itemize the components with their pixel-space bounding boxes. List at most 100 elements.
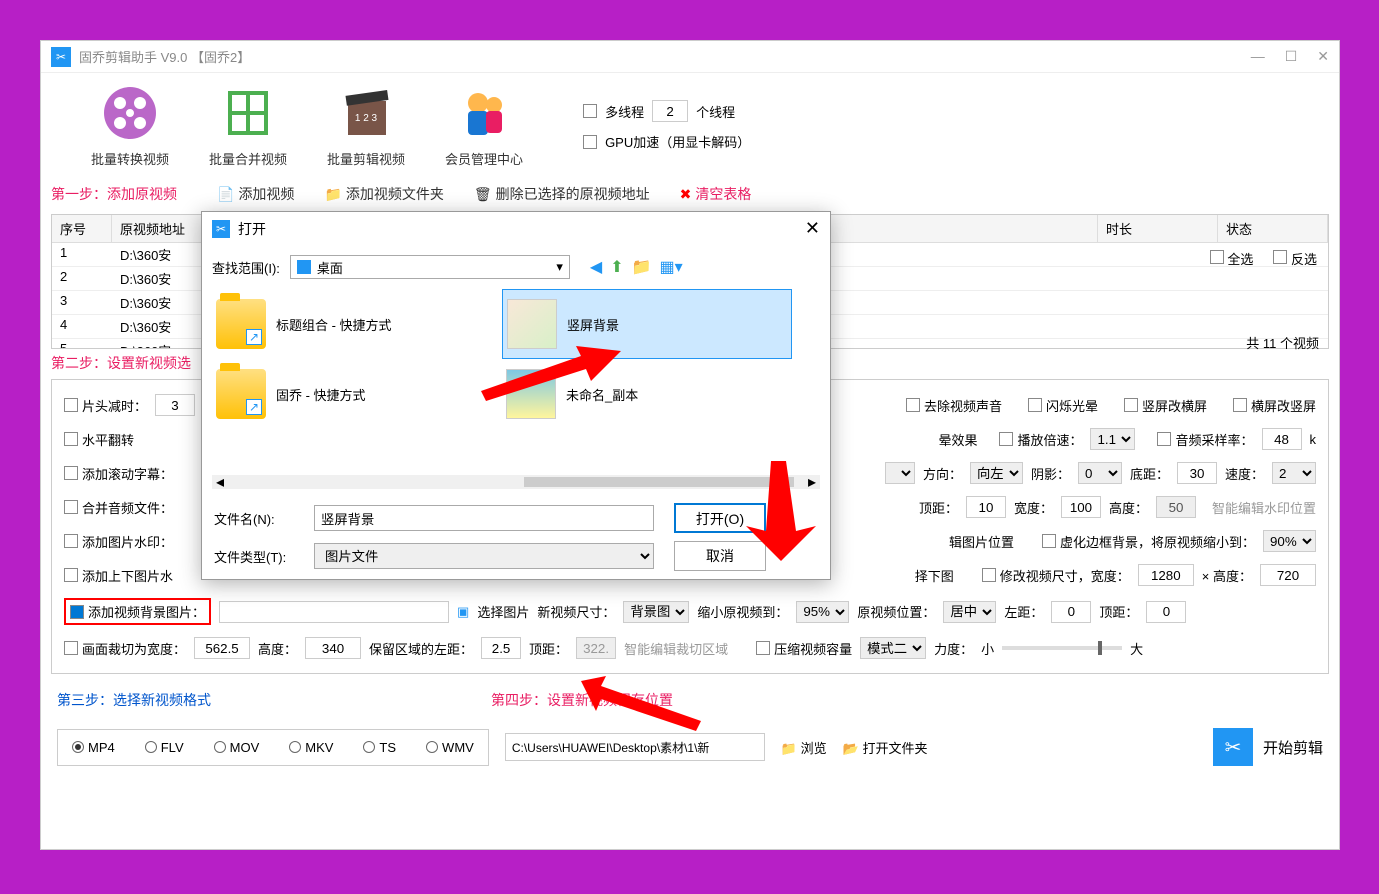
format-flv-radio[interactable]: FLV	[145, 740, 184, 755]
remove-audio-checkbox[interactable]: 去除视频声音	[906, 396, 1002, 415]
browse-button[interactable]: 📁 浏览	[781, 738, 827, 757]
play-speed-checkbox[interactable]: 播放倍速：	[999, 430, 1082, 449]
convert-video-button[interactable]: 批量转换视频	[91, 83, 169, 168]
delete-selected-button[interactable]: 🗑删除已选择的原视频地址	[474, 184, 650, 204]
audio-rate-checkbox[interactable]: 音频采样率：	[1157, 430, 1253, 449]
height-label: 高度：	[1109, 498, 1148, 517]
add-video-button[interactable]: 📄添加视频	[217, 184, 294, 204]
select-img-button[interactable]: 选择图片	[477, 602, 529, 621]
choose-below-label: 择下图	[915, 566, 954, 585]
step3-label: 第三步：选择新视频格式	[57, 690, 211, 710]
bottom-dist-input[interactable]	[1177, 462, 1217, 484]
resize-checkbox[interactable]: 修改视频尺寸，宽度：	[982, 566, 1130, 585]
new-size-select[interactable]: 背景图	[623, 601, 689, 623]
width-input[interactable]	[1061, 496, 1101, 518]
member-center-button[interactable]: 会员管理中心	[445, 83, 523, 168]
invert-select-checkbox[interactable]: 反选	[1273, 249, 1317, 268]
force-slider[interactable]	[1002, 646, 1122, 650]
scroll-text-checkbox[interactable]: 添加滚动字幕：	[64, 464, 173, 483]
hflip-checkbox[interactable]: 水平翻转	[64, 430, 134, 449]
blur-border-checkbox[interactable]: 虚化边框背景，将原视频缩小到：	[1042, 532, 1255, 551]
shadow-select[interactable]: 0	[1078, 462, 1122, 484]
compress-checkbox[interactable]: 压缩视频容量	[756, 639, 852, 658]
nav-up-icon[interactable]: ⬆	[610, 257, 623, 277]
top-dist-input[interactable]	[966, 496, 1006, 518]
add-folder-button[interactable]: 📁添加视频文件夹	[324, 184, 443, 204]
people-icon	[454, 85, 514, 141]
orig-pos-label: 原视频位置：	[857, 602, 935, 621]
step2-label: 第二步：设置新视频选	[41, 349, 201, 377]
file-item-shortcut2[interactable]: ↗ 固乔 - 快捷方式	[212, 359, 502, 429]
left-dist-input[interactable]	[1051, 601, 1091, 623]
compress-mode-select[interactable]: 模式二	[860, 637, 926, 659]
save-path-input[interactable]	[505, 733, 765, 761]
minimize-button[interactable]: —	[1251, 48, 1265, 65]
add-bg-img-checkbox[interactable]: 添加视频背景图片：	[70, 602, 205, 621]
merge-audio-checkbox[interactable]: 合并音频文件：	[64, 498, 173, 517]
multithread-checkbox[interactable]	[583, 104, 597, 118]
color-select[interactable]	[885, 462, 915, 484]
crop-checkbox[interactable]: 画面裁切为宽度：	[64, 639, 186, 658]
look-in-select[interactable]: 桌面 ▾	[290, 255, 570, 279]
resize-h-input[interactable]	[1260, 564, 1316, 586]
window-title: 固乔剪辑助手 V9.0 【固乔2】	[79, 47, 250, 66]
table-header-seq: 序号	[52, 215, 112, 242]
keep-left-input[interactable]	[481, 637, 521, 659]
h2v-checkbox[interactable]: 横屏改竖屏	[1233, 396, 1316, 415]
head-trim-checkbox[interactable]: 片头减时：	[64, 396, 147, 415]
dialog-close-button[interactable]: ✕	[805, 218, 820, 239]
file-scrollbar[interactable]: ◂ ▸	[212, 475, 820, 489]
filetype-label: 文件类型(T):	[214, 547, 294, 566]
speed-label: 速度：	[1225, 464, 1264, 483]
width-label: 宽度：	[1014, 498, 1053, 517]
format-ts-radio[interactable]: TS	[363, 740, 396, 755]
merge-video-button[interactable]: 批量合并视频	[209, 83, 287, 168]
blur-border-select[interactable]: 90%	[1263, 530, 1316, 552]
audio-rate-input[interactable]	[1262, 428, 1302, 450]
edit-img-pos-label: 辑图片位置	[949, 532, 1014, 551]
format-mkv-radio[interactable]: MKV	[289, 740, 333, 755]
play-speed-select[interactable]: 1.1	[1090, 428, 1135, 450]
edit-video-button[interactable]: 1 2 3 批量剪辑视频	[327, 83, 405, 168]
add-ud-img-checkbox[interactable]: 添加上下图片水	[64, 566, 173, 585]
direction-label: 方向：	[923, 464, 962, 483]
crop-w-input[interactable]	[194, 637, 250, 659]
file-item-shortcut1[interactable]: ↗ 标题组合 - 快捷方式	[212, 289, 502, 359]
crop-h-label: 高度：	[258, 639, 297, 658]
select-all-checkbox[interactable]: 全选	[1210, 249, 1254, 268]
clear-table-button[interactable]: ✖清空表格	[680, 184, 752, 204]
nav-back-icon[interactable]: ◀	[590, 257, 602, 277]
top-dist2-input[interactable]	[1146, 601, 1186, 623]
nav-view-icon[interactable]: ▦▾	[660, 257, 683, 277]
speed-select[interactable]: 2	[1272, 462, 1316, 484]
start-edit-button[interactable]: ✂ 开始剪辑	[1213, 728, 1323, 766]
orig-pos-select[interactable]: 居中	[943, 601, 996, 623]
maximize-button[interactable]: ☐	[1285, 48, 1298, 65]
head-trim-input[interactable]	[155, 394, 195, 416]
open-folder-button[interactable]: 📂 打开文件夹	[843, 738, 928, 757]
format-wmv-radio[interactable]: WMV	[426, 740, 474, 755]
thread-count-input[interactable]	[652, 100, 688, 122]
shadow-label: 阴影：	[1031, 464, 1070, 483]
bg-img-path-input[interactable]	[219, 601, 449, 623]
format-mov-radio[interactable]: MOV	[214, 740, 260, 755]
nav-new-folder-icon[interactable]: 📁	[632, 257, 652, 277]
close-button[interactable]: ✕	[1317, 48, 1329, 65]
svg-text:1 2 3: 1 2 3	[355, 113, 378, 124]
v2h-checkbox[interactable]: 竖屏改横屏	[1124, 396, 1207, 415]
add-img-wm-checkbox[interactable]: 添加图片水印：	[64, 532, 173, 551]
annotation-arrow	[581, 671, 701, 731]
resize-w-input[interactable]	[1138, 564, 1194, 586]
filename-input[interactable]	[314, 505, 654, 531]
direction-select[interactable]: 向左	[970, 462, 1023, 484]
gpu-checkbox[interactable]	[583, 135, 597, 149]
folder-icon: ↗	[216, 369, 266, 419]
keep-top-label: 顶距：	[529, 639, 568, 658]
flash-checkbox[interactable]: 闪烁光晕	[1028, 396, 1098, 415]
filetype-select[interactable]: 图片文件	[314, 543, 654, 569]
height-input[interactable]	[1156, 496, 1196, 518]
keep-top-input[interactable]	[576, 637, 616, 659]
format-mp4-radio[interactable]: MP4	[72, 740, 115, 755]
crop-h-input[interactable]	[305, 637, 361, 659]
shrink-select[interactable]: 95%	[796, 601, 849, 623]
